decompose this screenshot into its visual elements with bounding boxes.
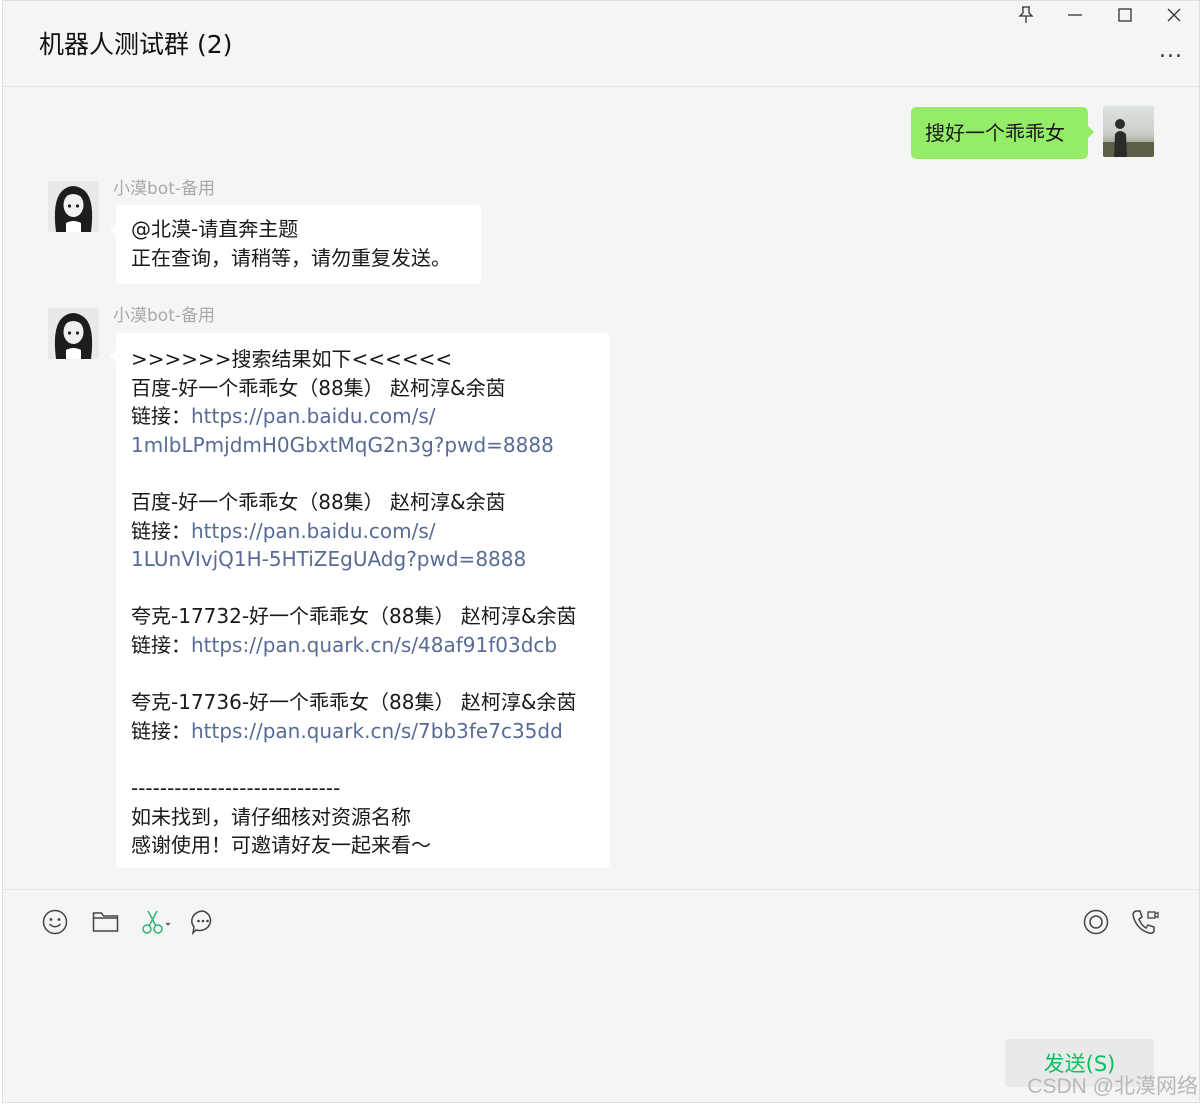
link[interactable]: https://pan.quark.cn/s/7bb3fe7c35dd [191, 719, 563, 743]
watermark: CSDN @北漠网络 [1027, 1075, 1198, 1098]
my-message-bubble[interactable]: 搜好一个乖乖女 [911, 107, 1088, 159]
message-line: 链接：https://pan.quark.cn/s/48af91f03dcb [131, 631, 595, 660]
bubble-tail [1087, 125, 1094, 139]
message-line: 如未找到，请仔细核对资源名称 [131, 804, 411, 829]
bot-message-bubble[interactable]: @北漠-请直奔主题 正在查询，请稍等，请勿重复发送。 [116, 205, 481, 284]
message-line: 百度-好一个乖乖女（88集） 赵柯淳&余茵 [131, 489, 506, 514]
input-toolbar [3, 889, 1199, 953]
message-line: >>>>>>搜索结果如下<<<<<< [131, 347, 453, 371]
message-line: 夸克-17736-好一个乖乖女（88集） 赵柯淳&余茵 [131, 690, 577, 715]
link[interactable]: https://pan.quark.cn/s/48af91f03dcb [191, 633, 557, 657]
chat-window: 机器人测试群 (2) ... 搜好一个乖乖女 小漠bot-备用 @北漠-请直奔主… [2, 0, 1200, 1103]
message-line: 感谢使用！可邀请好友一起来看～ [131, 833, 431, 858]
message-line: 链接：https://pan.baidu.com/s/ [131, 517, 595, 546]
sender-name: 小漠bot-备用 [113, 306, 215, 326]
minimize-icon[interactable] [1062, 3, 1088, 27]
message-line: 链接：https://pan.baidu.com/s/ [131, 402, 595, 431]
bot-avatar[interactable] [48, 308, 99, 359]
message-line: 百度-好一个乖乖女（88集） 赵柯淳&余茵 [131, 375, 506, 400]
emoji-icon[interactable] [40, 907, 70, 937]
message-line: @北漠-请直奔主题 [131, 217, 299, 241]
sender-name: 小漠bot-备用 [113, 179, 215, 199]
close-icon[interactable] [1161, 3, 1187, 27]
message-line: 夸克-17732-好一个乖乖女（88集） 赵柯淳&余茵 [131, 604, 577, 629]
link-prefix: 链接： [131, 404, 191, 429]
more-options-button[interactable]: ... [1159, 40, 1183, 62]
message-list[interactable]: 搜好一个乖乖女 小漠bot-备用 @北漠-请直奔主题 正在查询，请稍等，请勿重复… [3, 87, 1199, 889]
call-icon[interactable] [1130, 907, 1160, 937]
bot-message-bubble[interactable]: >>>>>>搜索结果如下<<<<<< 百度-好一个乖乖女（88集） 赵柯淳&余茵… [116, 333, 610, 868]
message-line: 链接：https://pan.quark.cn/s/7bb3fe7c35dd [131, 717, 595, 746]
scissors-icon[interactable] [139, 907, 173, 937]
chat-history-icon[interactable] [188, 907, 218, 937]
link-prefix: 链接： [131, 518, 191, 543]
link[interactable]: 1mlbLPmjdmH0GbxtMqG2n3g?pwd=8888 [131, 431, 595, 460]
maximize-icon[interactable] [1112, 3, 1138, 27]
chat-title: 机器人测试群 (2) [39, 30, 233, 59]
link[interactable]: 1LUnVIvjQ1H-5HTiZEgUAdg?pwd=8888 [131, 545, 595, 574]
my-avatar[interactable] [1103, 106, 1154, 157]
link[interactable]: https://pan.baidu.com/s/ [191, 404, 436, 428]
pin-icon[interactable] [1013, 3, 1039, 27]
bot-avatar[interactable] [48, 181, 99, 232]
link-prefix: 链接： [131, 632, 191, 657]
separator-line: ----------------------------- [131, 775, 341, 800]
folder-icon[interactable] [90, 907, 120, 937]
title-bar: 机器人测试群 (2) ... [3, 1, 1199, 87]
link[interactable]: https://pan.baidu.com/s/ [191, 519, 436, 543]
link-prefix: 链接： [131, 718, 191, 743]
message-line: 正在查询，请稍等，请勿重复发送。 [131, 245, 451, 270]
live-icon[interactable] [1081, 907, 1111, 937]
message-text: 搜好一个乖乖女 [925, 120, 1065, 145]
